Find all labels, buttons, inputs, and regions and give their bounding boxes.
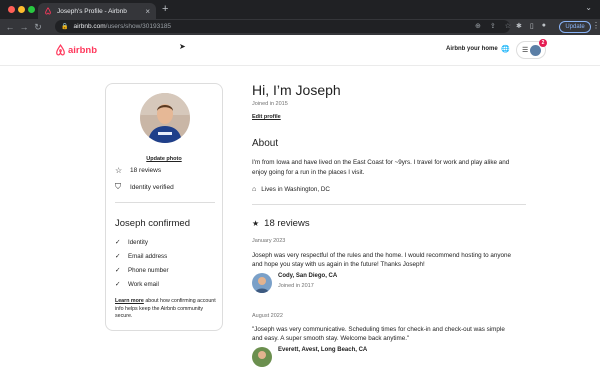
- maximize-window-button[interactable]: [28, 6, 35, 13]
- minimize-window-button[interactable]: [18, 6, 25, 13]
- profile-card: Update photo ☆ 18 reviews ⛉ Identity ver…: [105, 83, 223, 331]
- review-date: January 2023: [252, 238, 286, 244]
- identity-verified-label: Identity verified: [130, 183, 174, 191]
- section-divider: [252, 204, 526, 205]
- reviews-summary: ☆ 18 reviews: [115, 166, 161, 175]
- identity-verified-row: ⛉ Identity verified: [115, 182, 174, 192]
- confirmed-item: ✓ Phone number: [115, 266, 169, 275]
- confirmed-item: ✓ Work email: [115, 280, 159, 289]
- mouse-cursor-icon: ➤: [179, 42, 186, 51]
- extensions-icon[interactable]: ✱: [516, 22, 522, 30]
- forward-icon[interactable]: →: [17, 22, 31, 32]
- tab-title: Joseph's Profile - Airbnb: [57, 7, 127, 15]
- reviews-heading: ★ 18 reviews: [252, 218, 310, 229]
- review-text: "Joseph was very communicative. Scheduli…: [252, 326, 505, 342]
- review-text: Joseph was very respectful of the rules …: [252, 252, 512, 268]
- address-bar[interactable]: 🔒 airbnb.com/users/show/30193185: [55, 20, 510, 33]
- airbnb-favicon-icon: [45, 7, 51, 15]
- star-outline-icon: ☆: [115, 166, 123, 175]
- reviewer-name[interactable]: Everett, Avest, Long Beach, CA: [278, 347, 367, 353]
- about-heading: About: [252, 138, 279, 149]
- bookmark-star-icon[interactable]: ☆: [505, 22, 511, 30]
- review-date: August 2022: [252, 313, 283, 319]
- tab-search-icon[interactable]: ⌄: [585, 3, 592, 12]
- browser-toolbar: ← → ↻ 🔒 airbnb.com/users/show/30193185 ⊕…: [0, 19, 600, 35]
- joined-date: Joined in 2015: [252, 101, 288, 107]
- confirmed-item: ✓ Identity: [115, 238, 148, 247]
- check-icon: ✓: [115, 253, 121, 260]
- reviews-heading-label: 18 reviews: [264, 218, 310, 229]
- reviews-count: 18 reviews: [130, 167, 162, 174]
- browser-tabstrip: Joseph's Profile - Airbnb × + ⌄: [0, 0, 600, 19]
- user-avatar: [530, 45, 541, 56]
- confirmed-heading: Joseph confirmed: [115, 218, 190, 229]
- star-icon: ★: [252, 219, 260, 228]
- check-icon: ✓: [115, 239, 121, 246]
- share-icon[interactable]: ⇪: [490, 22, 496, 30]
- confirmed-item-label: Email address: [128, 252, 168, 260]
- reviewer-avatar[interactable]: [252, 347, 272, 367]
- logo-text: airbnb: [68, 44, 98, 56]
- sidepanel-icon[interactable]: ▯: [530, 22, 534, 30]
- check-icon: ✓: [115, 281, 121, 288]
- lives-in-row: ⌂ Lives in Washington, DC: [252, 186, 330, 193]
- reload-icon[interactable]: ↻: [31, 22, 45, 33]
- confirmed-item-label: Work email: [128, 280, 159, 288]
- lock-icon: 🔒: [61, 24, 69, 30]
- confirmed-item-label: Phone number: [128, 266, 169, 274]
- shield-check-icon: ⛉: [115, 182, 121, 191]
- edit-profile-link[interactable]: Edit profile: [252, 114, 281, 120]
- reviewer-avatar[interactable]: [252, 273, 272, 293]
- reviewer-name[interactable]: Cody, San Diego, CA: [278, 273, 337, 279]
- card-divider: [115, 202, 215, 203]
- zoom-icon[interactable]: ⊕: [475, 22, 481, 30]
- url-path: /users/show/30193185: [105, 23, 172, 30]
- profile-photo: [140, 93, 190, 143]
- page-title: Hi, I’m Joseph: [252, 82, 341, 98]
- notification-badge: 2: [539, 39, 547, 47]
- site-header: airbnb Airbnb your home 🌐 ☰ 2: [0, 35, 600, 66]
- home-icon: ⌂: [252, 186, 257, 193]
- tab-close-icon[interactable]: ×: [145, 7, 150, 16]
- update-button[interactable]: Update: [559, 21, 591, 33]
- learn-more-text: Learn more about how confirming account …: [115, 298, 219, 321]
- check-icon: ✓: [115, 267, 121, 274]
- airbnb-logo-icon: [56, 44, 65, 56]
- browser-tab[interactable]: Joseph's Profile - Airbnb ×: [38, 3, 156, 19]
- browser-menu-icon[interactable]: ⋮: [592, 21, 600, 30]
- close-window-button[interactable]: [8, 6, 15, 13]
- learn-more-link[interactable]: Learn more: [115, 298, 144, 304]
- hamburger-icon: ☰: [522, 47, 529, 54]
- airbnb-your-home-link[interactable]: Airbnb your home: [446, 46, 498, 52]
- airbnb-logo[interactable]: airbnb: [55, 44, 97, 56]
- confirmed-item-label: Identity: [128, 238, 148, 246]
- back-icon[interactable]: ←: [3, 22, 17, 32]
- profile-icon[interactable]: ●: [542, 22, 546, 30]
- reviewer-joined: Joined in 2017: [278, 283, 314, 289]
- bio-text: I'm from Iowa and have lived on the East…: [252, 159, 510, 176]
- update-photo-link[interactable]: Update photo: [146, 156, 181, 162]
- url-host: airbnb.com: [73, 23, 106, 30]
- confirmed-item: ✓ Email address: [115, 252, 168, 261]
- lives-in-label: Lives in Washington, DC: [261, 186, 330, 193]
- new-tab-button[interactable]: +: [162, 3, 168, 15]
- globe-icon[interactable]: 🌐: [501, 45, 510, 53]
